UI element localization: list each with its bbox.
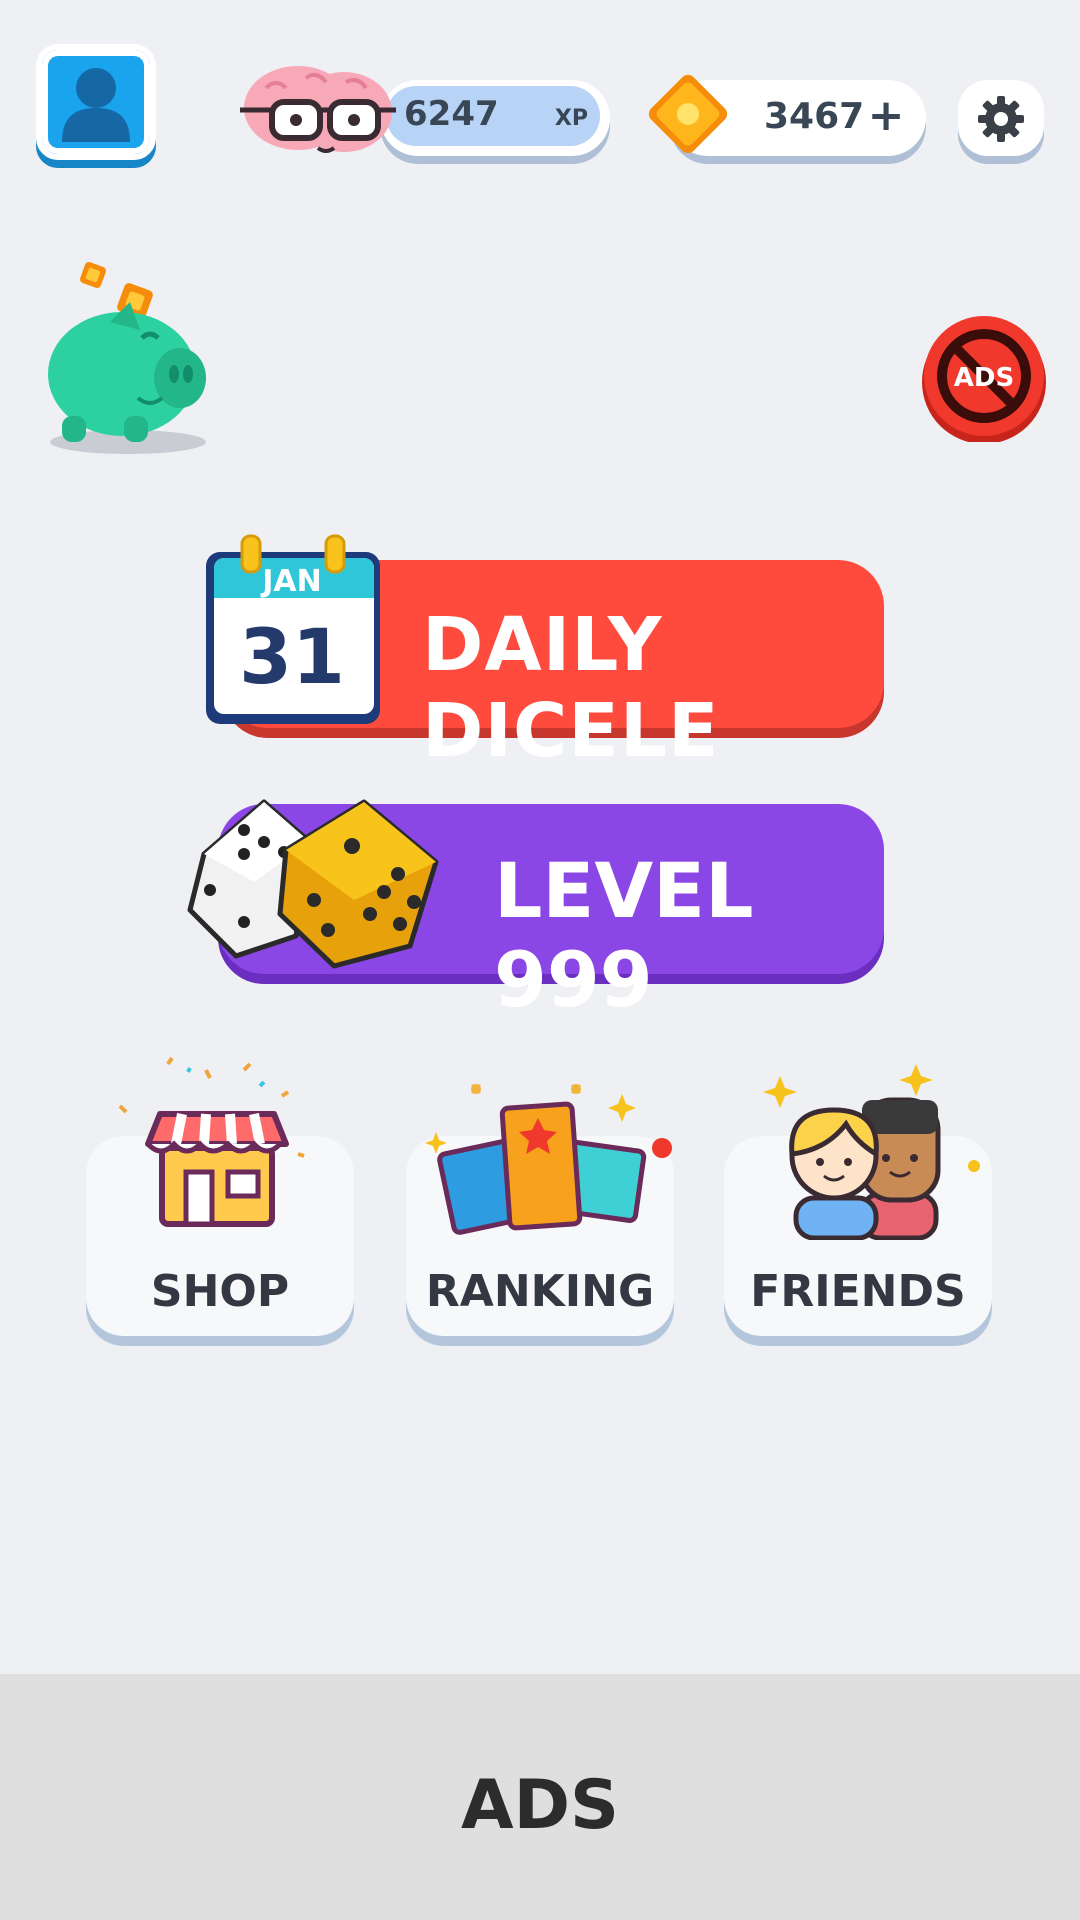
calendar-day: 31 (239, 612, 345, 701)
calendar-month: JAN (262, 564, 322, 599)
piggy-bank-icon[interactable] (40, 256, 220, 456)
no-ads-button[interactable]: ADS (920, 314, 1048, 442)
ad-banner-label: ADS (460, 1766, 620, 1845)
xp-bar[interactable]: 6247 XP (380, 80, 610, 156)
settings-button[interactable] (958, 80, 1044, 156)
shop-label: SHOP (150, 1266, 290, 1317)
level-label: LEVEL 999 (494, 846, 754, 1024)
ranking-icon (425, 1083, 672, 1235)
coin-value: 3467 (764, 96, 865, 137)
gem-icon (648, 74, 728, 154)
profile-button[interactable] (36, 44, 156, 160)
calendar-icon: JAN 31 (202, 534, 382, 726)
shop-icon (118, 1056, 305, 1227)
add-coins-button[interactable]: + (862, 86, 910, 146)
dice-icon (187, 799, 439, 969)
daily-dicele-label: DAILY DICELE (422, 602, 720, 774)
no-ads-label: ADS (954, 363, 1014, 393)
user-icon (62, 68, 130, 142)
friends-label: FRIENDS (750, 1266, 966, 1317)
friends-icon (763, 1064, 980, 1240)
brain-icon (240, 66, 396, 153)
gear-icon (978, 96, 1024, 142)
ranking-label: RANKING (425, 1266, 655, 1317)
xp-value: 6247 (404, 94, 499, 134)
xp-unit: XP (554, 106, 588, 131)
ad-banner[interactable]: ADS (0, 1674, 1080, 1920)
